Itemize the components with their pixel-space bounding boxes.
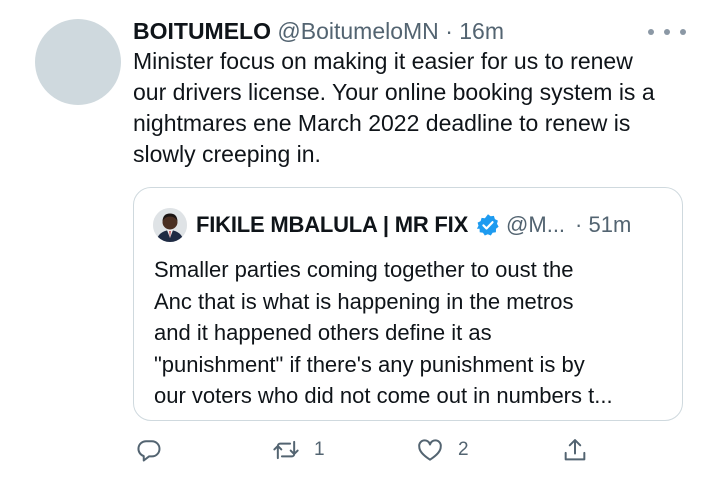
quoted-text-line: "punishment" if there's any punishment i… [154, 351, 585, 377]
quoted-text-line: and it happened others define it as [154, 320, 492, 345]
separator: · [445, 18, 453, 44]
quoted-avatar[interactable] [153, 208, 187, 242]
quoted-timestamp[interactable]: · 51m [575, 212, 631, 238]
retweet-icon [273, 440, 299, 460]
quoted-tweet[interactable]: FIKILE MBALULA | MR FIX @M... · 51m Smal… [133, 187, 683, 421]
display-name[interactable]: BOITUMELO [133, 18, 271, 44]
share-icon [564, 439, 586, 461]
quoted-text-line: Smaller parties coming together to oust … [154, 257, 574, 282]
tweet-text-line: our drivers license. Your online booking… [133, 79, 655, 105]
like-button[interactable]: 2 [416, 436, 469, 464]
heart-icon [418, 439, 442, 461]
quoted-header: FIKILE MBALULA | MR FIX @M... · 51m [196, 208, 631, 242]
quoted-text: Smaller parties coming together to oust … [154, 254, 679, 412]
tweet-text-line: Minister focus on making it easier for u… [133, 48, 633, 74]
reply-button[interactable] [135, 436, 177, 464]
more-dots-icon[interactable] [648, 27, 686, 37]
verified-badge-icon [476, 214, 499, 236]
handle[interactable]: @BoitumeloMN [277, 18, 438, 44]
quoted-text-line: our voters who did not come out in numbe… [154, 383, 613, 408]
quoted-handle[interactable]: @M... [506, 212, 565, 238]
timestamp[interactable]: 16m [459, 18, 504, 44]
quoted-display-name[interactable]: FIKILE MBALULA | MR FIX [196, 212, 468, 238]
tweet-text: Minister focus on making it easier for u… [133, 46, 693, 170]
share-button[interactable] [561, 436, 589, 464]
action-bar: 1 2 [0, 430, 720, 474]
quoted-text-line: Anc that is what is happening in the met… [154, 288, 574, 314]
retweet-button[interactable]: 1 [272, 436, 325, 464]
retweet-count: 1 [314, 439, 325, 460]
avatar[interactable] [35, 19, 121, 105]
tweet-text-line: nightmares ene March 2022 deadline to re… [133, 110, 631, 136]
reply-icon [137, 440, 161, 462]
tweet-text-line: slowly creeping in. [133, 141, 321, 167]
tweet-header: BOITUMELO @BoitumeloMN · 16m [133, 15, 504, 47]
like-count: 2 [458, 439, 469, 460]
